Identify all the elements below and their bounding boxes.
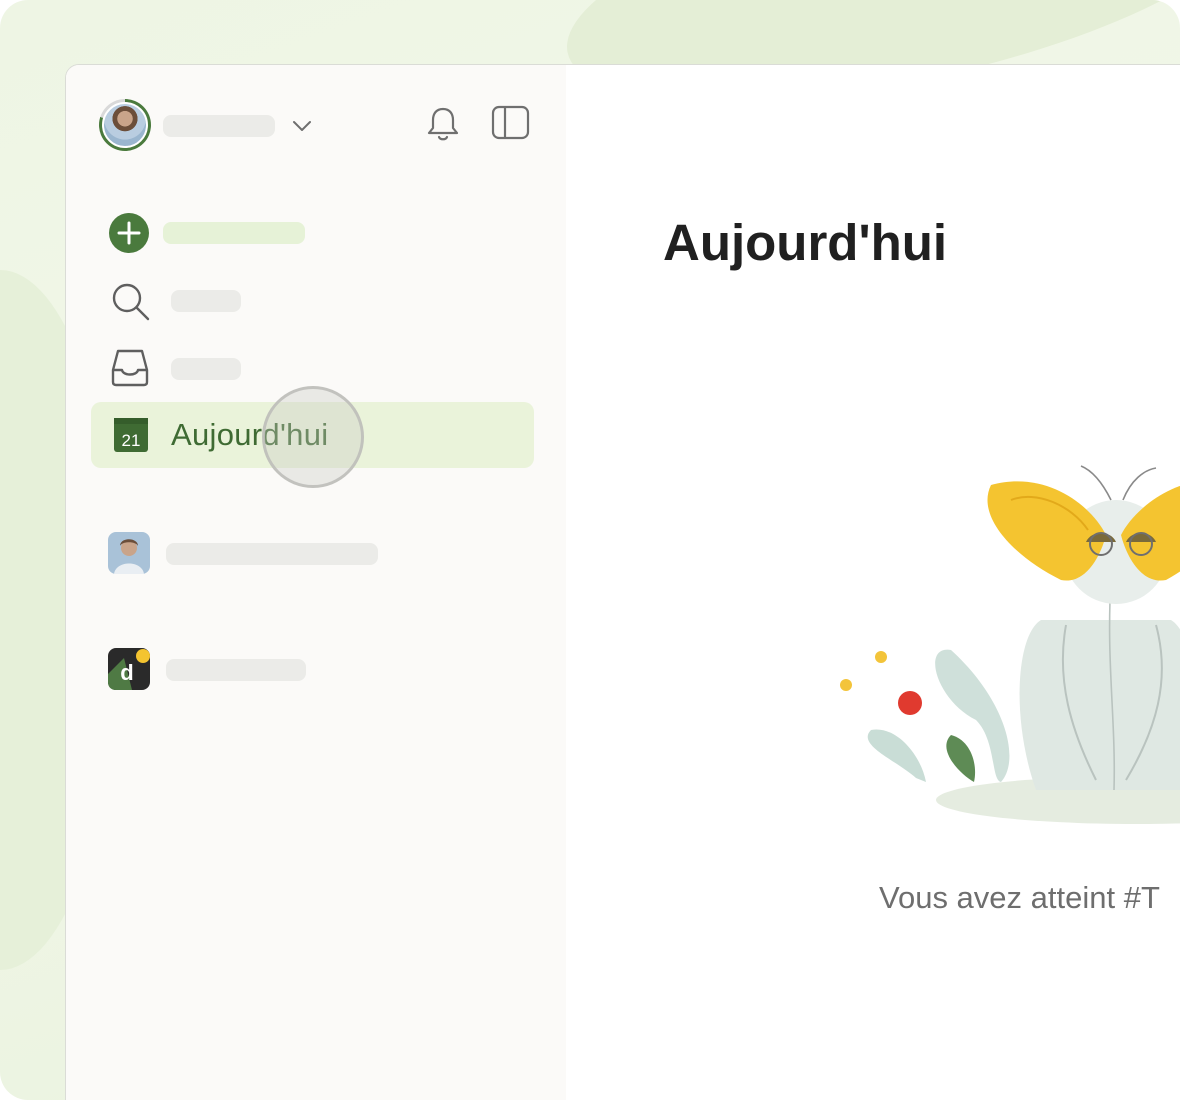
team-workspace-placeholder[interactable] [166,659,306,681]
personal-avatar-icon[interactable] [108,532,150,574]
inbox-label-placeholder[interactable] [171,358,241,380]
calendar-day-number: 21 [122,431,141,450]
add-task-label-placeholder[interactable] [163,222,305,244]
plus-circle-icon[interactable] [108,212,150,254]
user-name-placeholder[interactable] [163,115,275,137]
touch-indicator [262,386,364,488]
page-title: Aujourd'hui [663,214,948,271]
sidebar-toggle-icon[interactable] [491,105,531,141]
inbox-icon[interactable] [110,348,150,388]
search-label-placeholder[interactable] [171,290,241,312]
team-logo-icon[interactable]: d [108,648,150,690]
sidebar: 21 Aujourd'hui d [66,65,566,1100]
user-avatar[interactable] [99,99,151,151]
main-content: Aujourd'hui Vous avez atteint #T [566,65,1180,1100]
avatar-image [102,102,148,148]
search-icon[interactable] [110,281,152,323]
svg-text:d: d [120,660,133,685]
bell-icon[interactable] [426,105,460,143]
app-window: 21 Aujourd'hui d Aujourd'hui Vous avez a… [65,64,1180,1100]
empty-state-message: Vous avez atteint #T [879,880,1160,915]
chevron-down-icon[interactable] [291,115,313,137]
calendar-today-icon: 21 [114,418,148,452]
personal-workspace-placeholder[interactable] [166,543,378,565]
empty-state-illustration [840,465,1180,824]
